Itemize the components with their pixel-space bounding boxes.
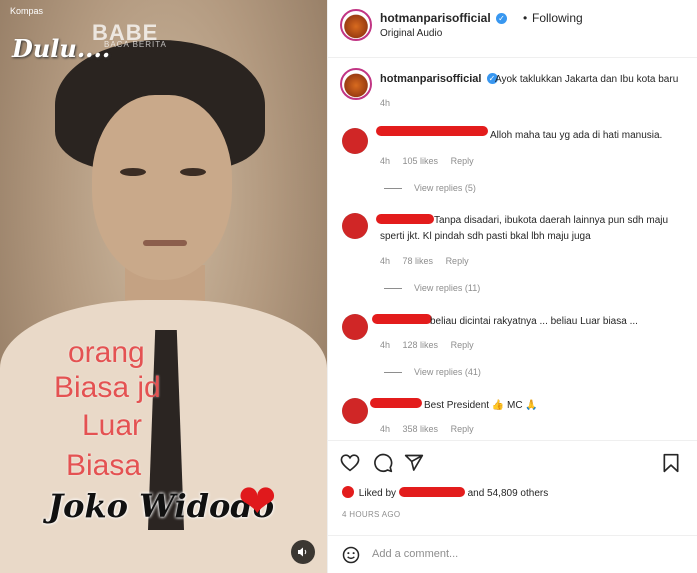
comment-meta: 4h 358 likes Reply [380, 424, 484, 434]
heart-icon [340, 454, 360, 472]
redacted-username [398, 487, 465, 497]
redacted-username [370, 398, 422, 408]
post-username[interactable]: hotmanparisofficial ✓ [380, 73, 498, 85]
avatar[interactable] [342, 314, 368, 340]
photo-eye-right [180, 168, 206, 176]
add-comment-bar [328, 535, 697, 573]
comment-text-line: sperti jkt. Kl pindah sdh pasti bkal lbh… [380, 231, 591, 242]
media-caption-line: Biasa [66, 449, 142, 482]
post-caption: Ayok taklukkan Jakarta dan Ibu kota baru [495, 74, 679, 85]
comment-time[interactable]: 4h [380, 340, 390, 350]
media-caption-line: Biasa jd [54, 371, 161, 404]
view-replies-button[interactable]: View replies (41) [384, 367, 481, 377]
comment-text: beliau dicintai rakyatnya ... beliau Lua… [430, 316, 638, 327]
redacted-username [376, 214, 434, 224]
watermark-top: Kompas [10, 6, 44, 16]
save-button[interactable] [659, 451, 683, 475]
following-button[interactable]: Following [532, 11, 583, 25]
comment-meta: 4h 78 likes Reply [380, 256, 479, 266]
view-replies-button[interactable]: View replies (11) [384, 283, 480, 293]
comment-likes[interactable]: 358 likes [403, 424, 439, 434]
comment-reply-button[interactable]: Reply [451, 424, 474, 434]
comment-text: Best President 👍 MC 🙏 [424, 400, 538, 411]
view-replies-button[interactable]: View replies (5) [384, 183, 476, 193]
share-icon [404, 454, 424, 471]
liked-by-suffix[interactable]: and 54,809 others [468, 488, 549, 499]
photo-eye-left [120, 168, 146, 176]
post-username-text[interactable]: hotmanparisofficial [380, 73, 481, 85]
comment-reply-button[interactable]: Reply [451, 340, 474, 350]
comment-meta: 4h 105 likes Reply [380, 156, 484, 166]
share-button[interactable] [402, 451, 426, 475]
avatar[interactable] [340, 68, 372, 100]
avatar[interactable] [342, 398, 368, 424]
likes-summary[interactable]: Liked by and 54,809 others [342, 486, 548, 499]
watermark-dulu: Dulu.... [12, 34, 111, 63]
header-separator: • [523, 11, 528, 25]
comment-time[interactable]: 4h [380, 256, 390, 266]
comment-icon [374, 453, 393, 473]
watermark-brand-sub: BACA BERITA [104, 40, 167, 49]
emoji-icon [342, 546, 360, 564]
comment-reply-button[interactable]: Reply [446, 256, 469, 266]
comment-reply-button[interactable]: Reply [451, 156, 474, 166]
post-sidebar: hotmanparisofficial ✓ • Following Origin… [327, 0, 697, 573]
avatar[interactable] [340, 9, 372, 41]
comment-likes[interactable]: 128 likes [403, 340, 439, 350]
header-username[interactable]: hotmanparisofficial ✓ [380, 11, 508, 25]
photo-face [92, 95, 232, 280]
post-timestamp[interactable]: 4 HOURS AGO [342, 510, 400, 519]
comment-time[interactable]: 4h [380, 424, 390, 434]
media-caption-line: Luar [82, 409, 143, 442]
post-header: hotmanparisofficial ✓ • Following Origin… [328, 0, 697, 58]
redacted-username [376, 126, 488, 136]
audio-link[interactable]: Original Audio [380, 28, 442, 39]
comment-button[interactable] [371, 451, 395, 475]
avatar [342, 486, 354, 498]
comment-likes[interactable]: 105 likes [403, 156, 439, 166]
photo-mouth [143, 240, 187, 246]
avatar[interactable] [342, 213, 368, 239]
comment-text: Alloh maha tau yg ada di hati manusia. [490, 130, 663, 141]
post-time[interactable]: 4h [380, 98, 390, 108]
post-media[interactable]: Kompas BABE BACA BERITA Dulu.... orang B… [0, 0, 327, 573]
comment-input[interactable] [372, 548, 672, 560]
comment-meta: 4h 128 likes Reply [380, 340, 484, 350]
liked-by-prefix: Liked by [358, 488, 397, 499]
avatar[interactable] [342, 128, 368, 154]
mute-button[interactable] [291, 540, 315, 564]
header-username-text[interactable]: hotmanparisofficial [380, 11, 491, 25]
media-caption-line: orang [68, 336, 145, 369]
verified-icon: ✓ [496, 13, 508, 24]
comment-time[interactable]: 4h [380, 156, 390, 166]
emoji-button[interactable] [342, 546, 360, 564]
like-button[interactable] [338, 451, 362, 475]
bookmark-icon [663, 453, 679, 473]
speaker-icon [298, 547, 307, 557]
comment-likes[interactable]: 78 likes [403, 256, 434, 266]
media-heart-icon: ❤ [238, 475, 277, 527]
comment-text-line: Tanpa disadari, ibukota daerah lainnya p… [434, 215, 669, 226]
redacted-username [372, 314, 432, 324]
